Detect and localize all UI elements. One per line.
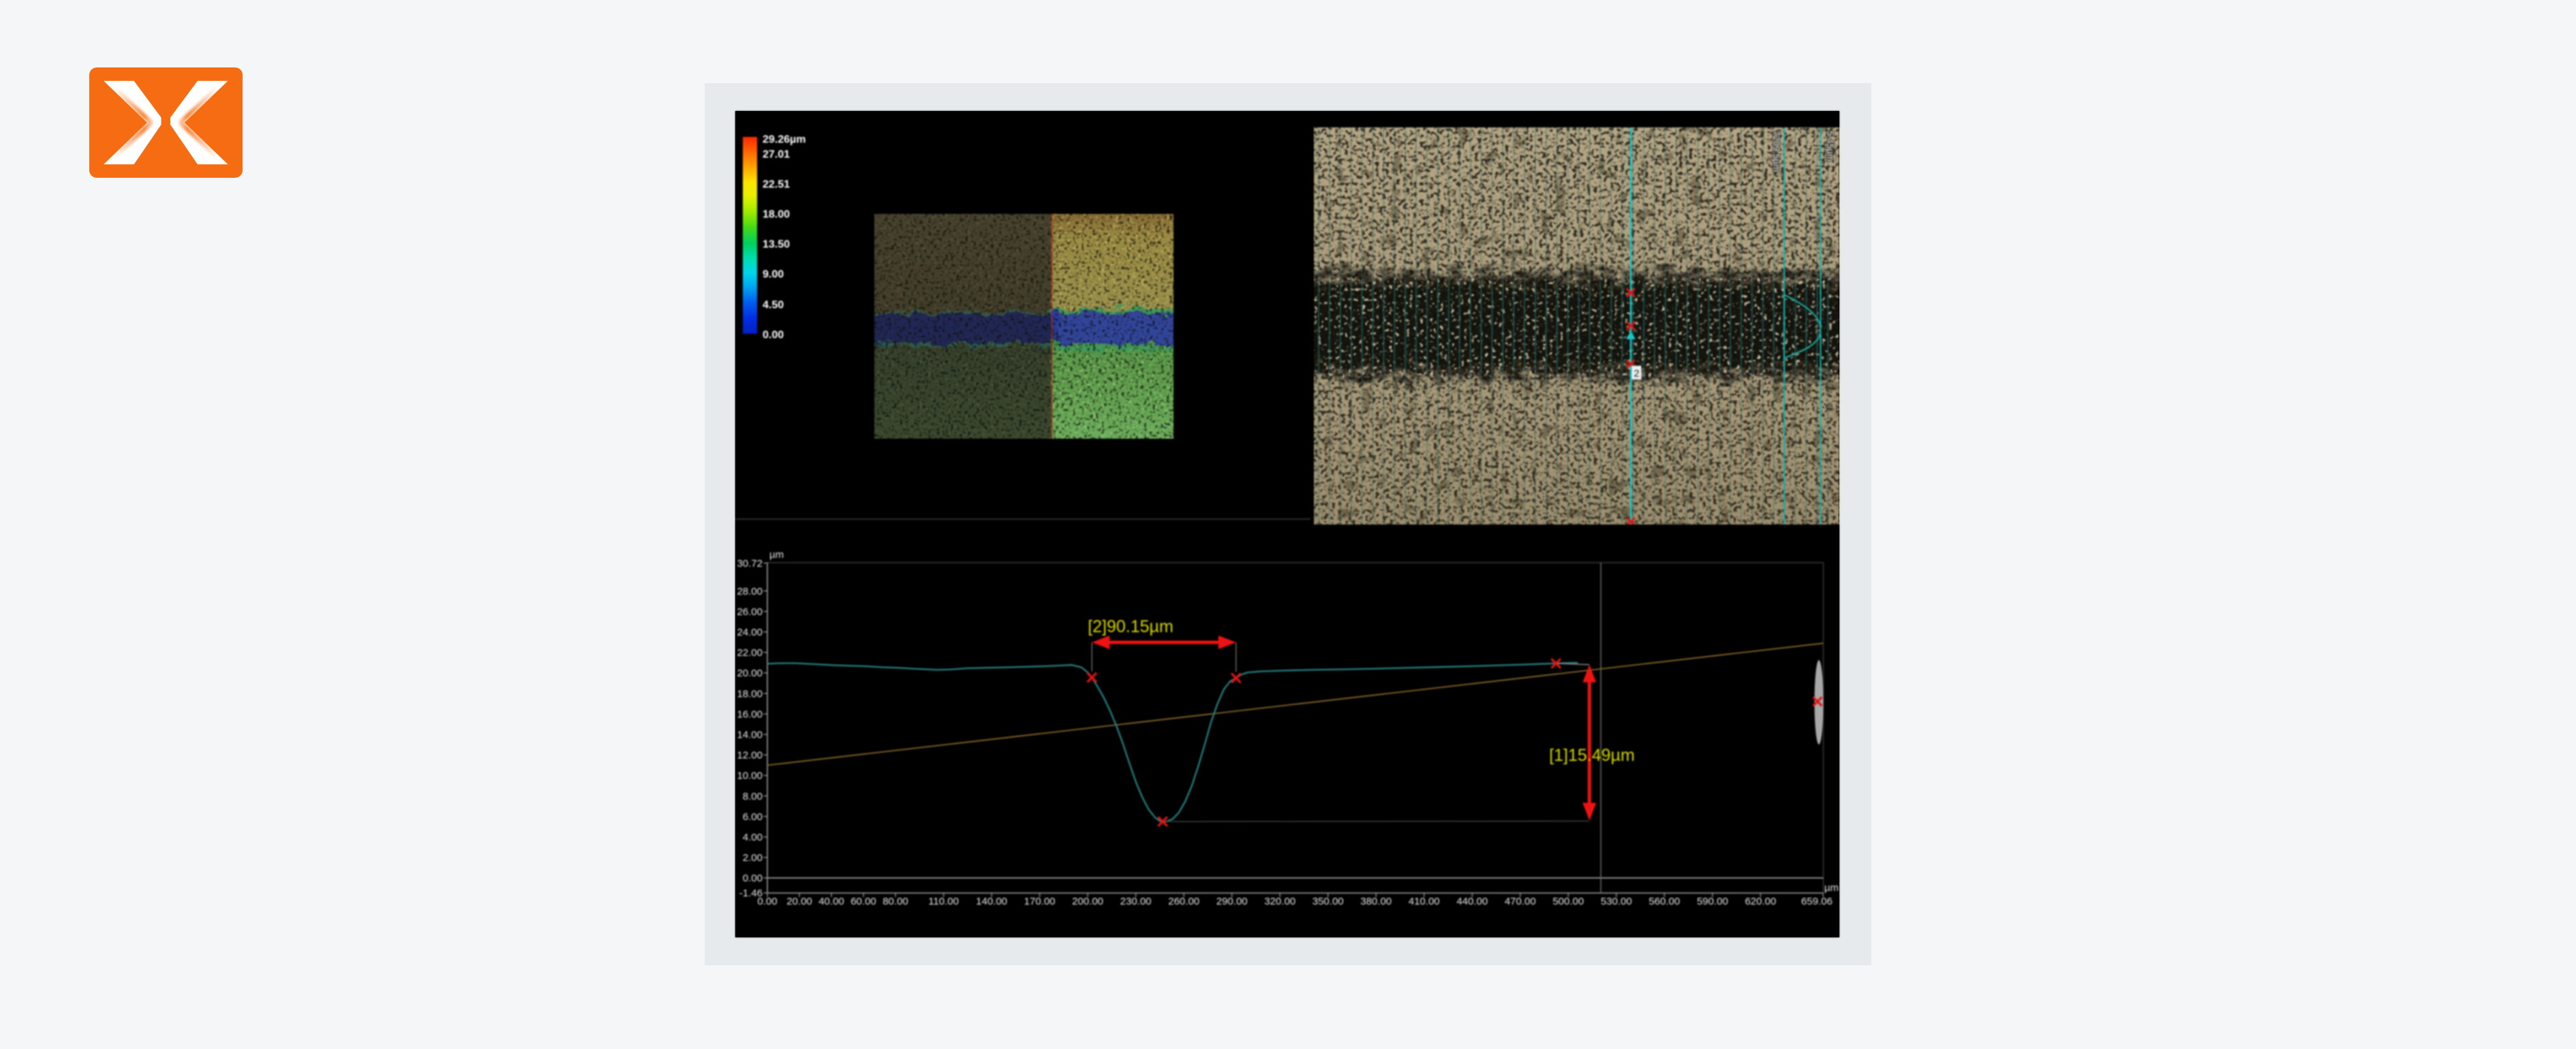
svg-text:40.00: 40.00 [818,896,844,907]
svg-text:28.00: 28.00 [737,586,763,597]
svg-text:620.00: 620.00 [1745,896,1776,907]
svg-text:22.51: 22.51 [763,179,790,191]
svg-text:140.00: 140.00 [976,896,1007,907]
svg-text:5.45µm: 5.45µm [1825,131,1835,161]
svg-text:[2]90.15µm: [2]90.15µm [1088,617,1174,636]
svg-text:24.00: 24.00 [737,627,763,638]
svg-text:µm: µm [1824,882,1839,894]
svg-text:4.00: 4.00 [743,832,763,843]
svg-text:16.00: 16.00 [737,708,763,720]
svg-text:22.00: 22.00 [737,647,763,659]
svg-text:590.00: 590.00 [1697,896,1728,907]
svg-text:18.00: 18.00 [763,209,790,221]
svg-text:2.00: 2.00 [743,852,763,864]
svg-text:30.72: 30.72 [737,558,763,569]
svg-text:[1]15.49µm: [1]15.49µm [1549,746,1635,765]
svg-text:27.01: 27.01 [763,149,790,161]
svg-text:470.00: 470.00 [1505,896,1536,907]
svg-text:9.00: 9.00 [763,269,784,281]
svg-text:320.00: 320.00 [1264,896,1295,907]
svg-text:440.00: 440.00 [1456,896,1488,907]
svg-text:230.00: 230.00 [1120,896,1152,907]
svg-text:20.00: 20.00 [786,896,812,907]
svg-text:110.00: 110.00 [928,896,959,907]
svg-text:29.26µm: 29.26µm [763,134,806,146]
svg-text:0.00: 0.00 [743,873,763,884]
svg-text:560.00: 560.00 [1649,896,1680,907]
svg-text:260.00: 260.00 [1168,896,1199,907]
svg-text:26.00: 26.00 [737,606,763,618]
svg-text:350.00: 350.00 [1313,896,1344,907]
svg-text:0.00: 0.00 [763,330,784,341]
svg-text:80.00: 80.00 [883,896,908,907]
svg-text:20.00: 20.00 [737,668,763,679]
svg-text:18.00: 18.00 [737,688,763,700]
svg-text:410.00: 410.00 [1409,896,1440,907]
svg-text:2: 2 [1634,368,1639,379]
svg-text:10.00: 10.00 [737,770,763,782]
svg-text:7209.5µm: 7209.5µm [1771,131,1781,172]
svg-text:12.00: 12.00 [737,750,763,762]
svg-text:13.50: 13.50 [763,239,790,251]
svg-text:60.00: 60.00 [850,896,876,907]
svg-text:6.00: 6.00 [743,811,763,823]
svg-text:530.00: 530.00 [1601,896,1632,907]
svg-text:500.00: 500.00 [1552,896,1584,907]
svg-text:170.00: 170.00 [1024,896,1056,907]
svg-text:µm: µm [769,549,784,561]
svg-text:200.00: 200.00 [1072,896,1103,907]
svg-text:14.00: 14.00 [737,730,763,741]
svg-text:8.00: 8.00 [743,791,763,802]
svg-text:290.00: 290.00 [1216,896,1248,907]
svg-text:380.00: 380.00 [1360,896,1392,907]
svg-text:4.50: 4.50 [763,300,784,311]
svg-text:659.06: 659.06 [1801,896,1833,907]
svg-text:0.00: 0.00 [757,896,777,907]
